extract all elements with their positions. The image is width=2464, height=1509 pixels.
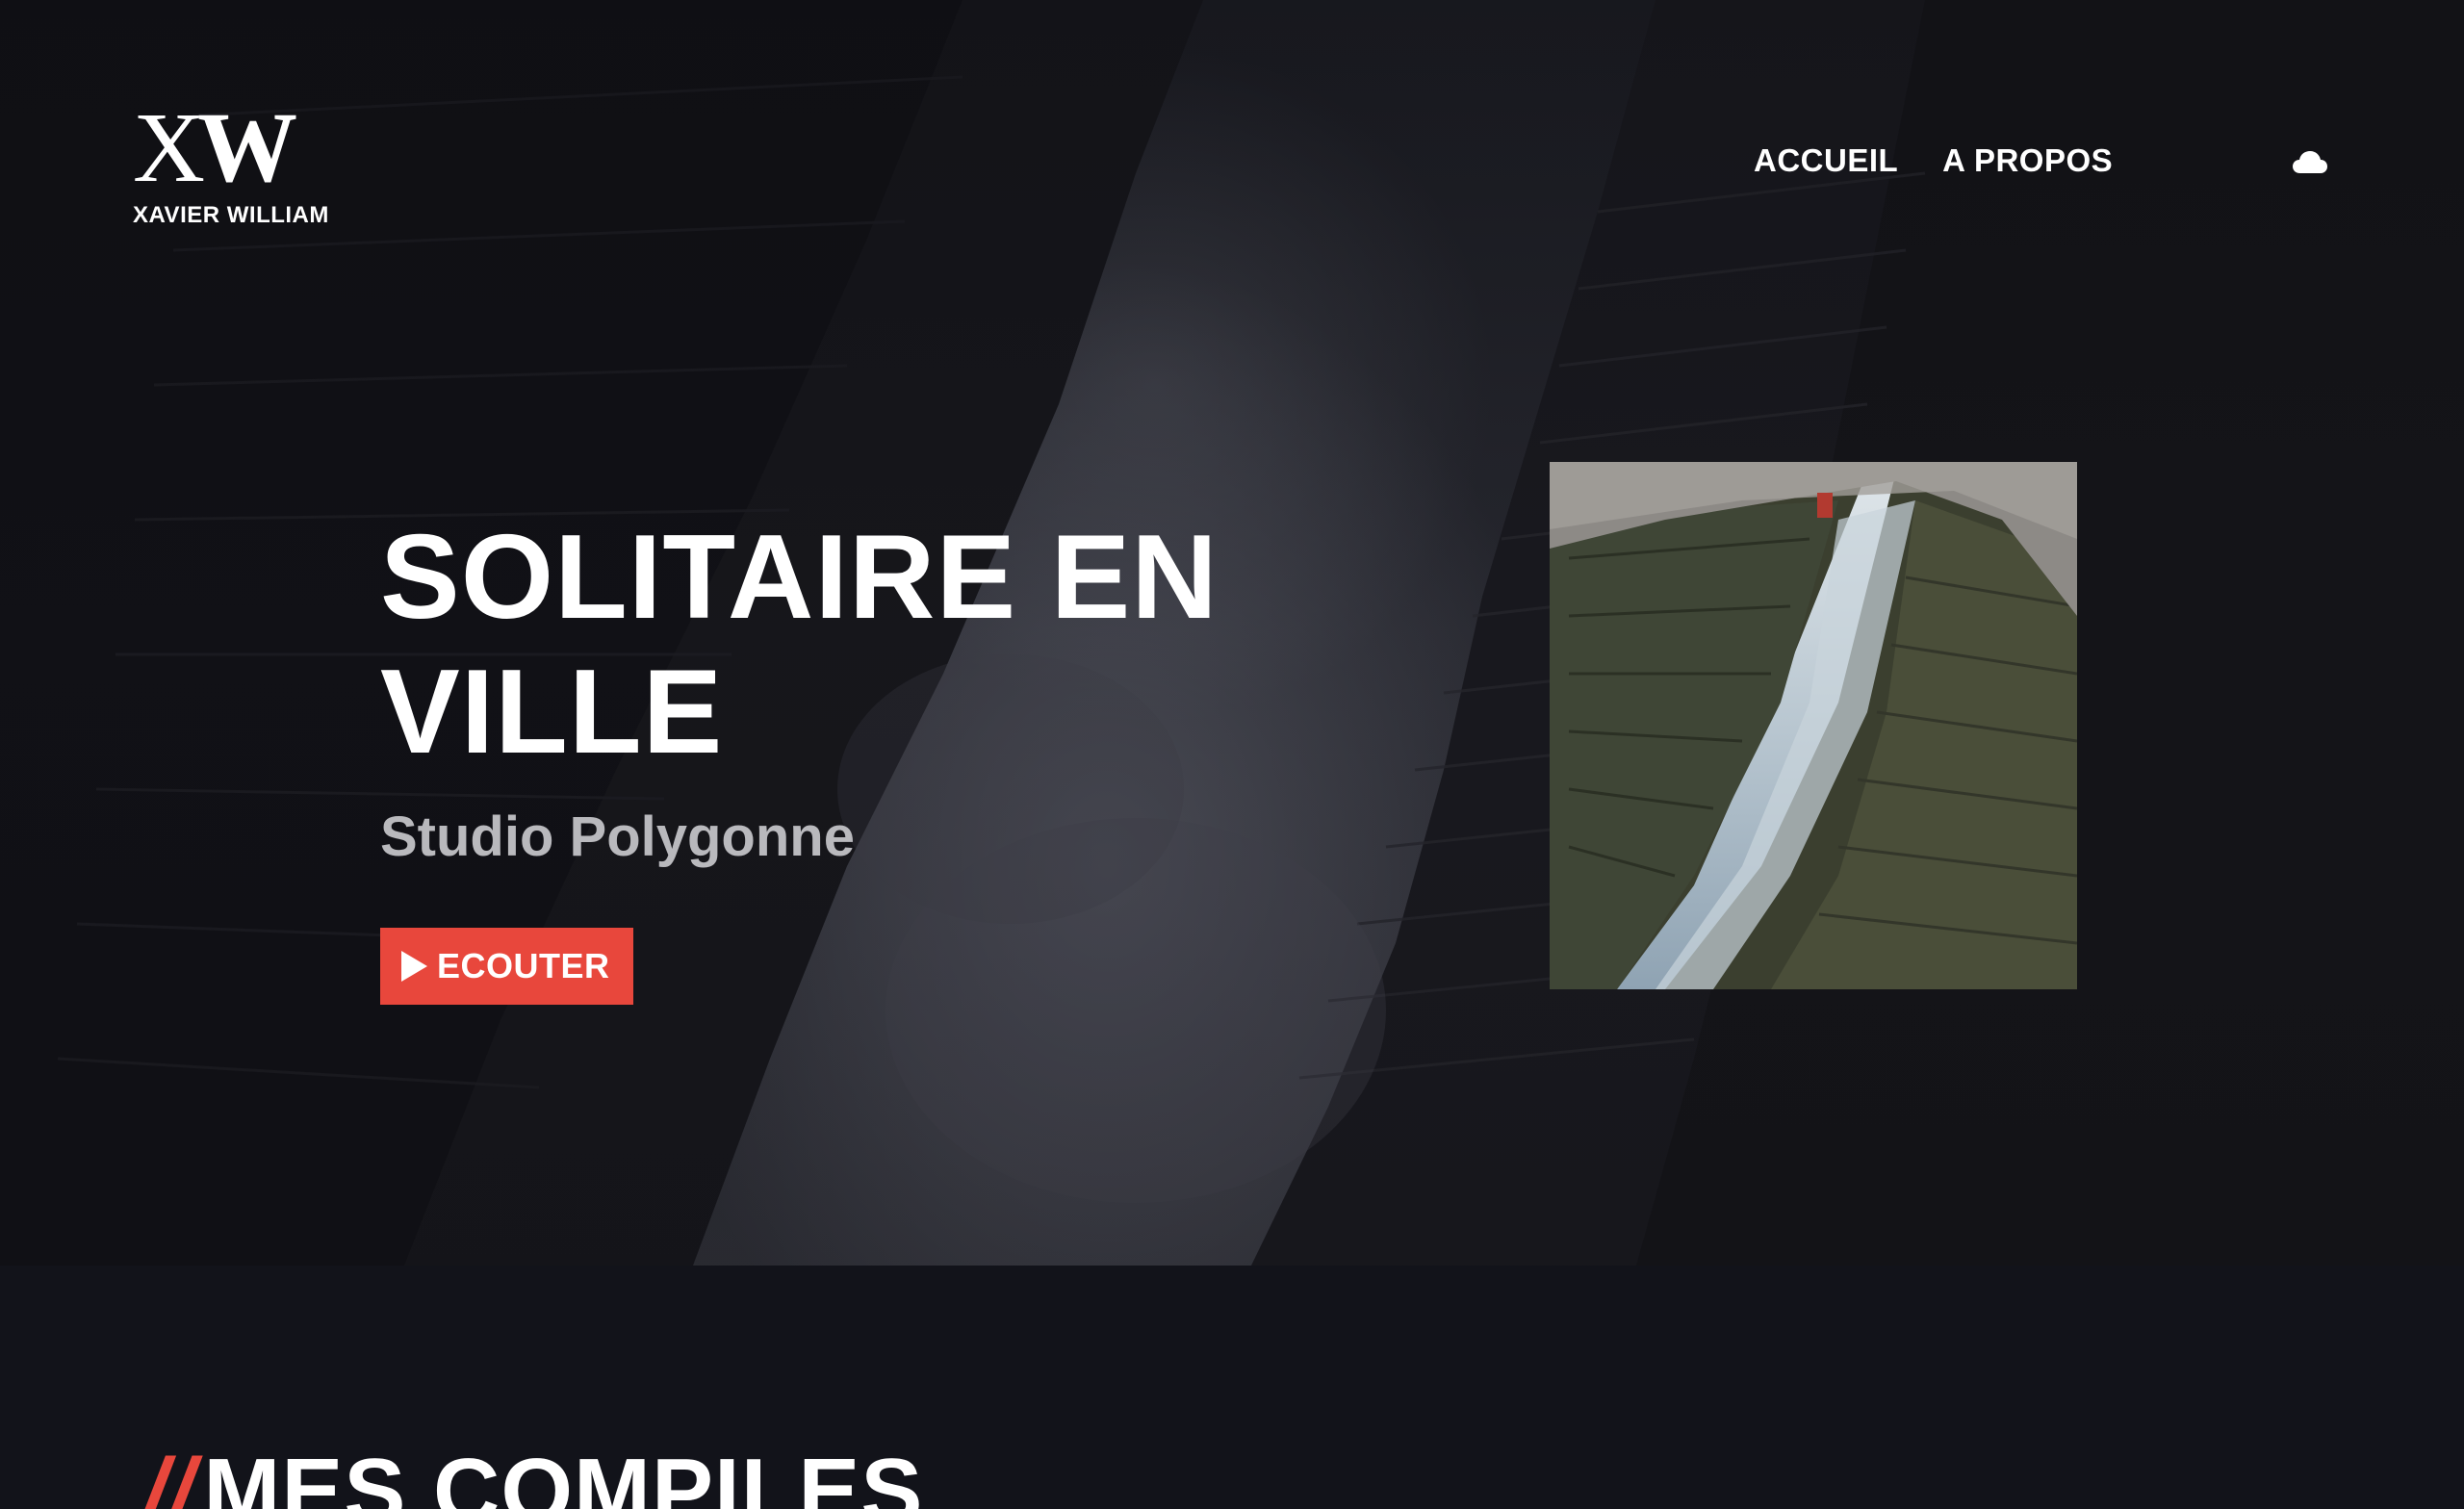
page: X W XAVIER WILLIAM ACCUEIL A PROPOS SOLI… xyxy=(0,0,2464,1509)
heading-accent-slashes: // xyxy=(142,1440,196,1509)
logo[interactable]: X W XAVIER WILLIAM xyxy=(133,98,345,229)
logo-mark-x: X xyxy=(133,92,205,203)
album-title: SOLITAIRE EN VILLE xyxy=(380,511,1219,779)
main-nav: ACCUEIL A PROPOS xyxy=(1754,142,2113,179)
section-heading: //MES COMPILES xyxy=(142,1439,923,1509)
hero-section: X W XAVIER WILLIAM ACCUEIL A PROPOS SOLI… xyxy=(0,0,2464,1266)
album-subtitle: Studio Polygonne xyxy=(380,806,855,868)
compilations-section: //MES COMPILES xyxy=(0,1266,2464,1509)
play-icon xyxy=(401,951,427,982)
album-cover[interactable] xyxy=(1550,462,2077,989)
nav-item-accueil[interactable]: ACCUEIL xyxy=(1754,142,1898,179)
section-heading-text: MES COMPILES xyxy=(203,1440,924,1509)
nav-item-a-propos[interactable]: A PROPOS xyxy=(1942,142,2113,179)
logo-mark: X W xyxy=(133,98,345,198)
logo-mark-w: W xyxy=(197,92,298,203)
listen-button[interactable]: ECOUTER xyxy=(380,928,633,1005)
logo-text: XAVIER WILLIAM xyxy=(133,202,329,228)
cloud-icon[interactable] xyxy=(2291,148,2329,177)
listen-button-label: ECOUTER xyxy=(437,946,610,985)
